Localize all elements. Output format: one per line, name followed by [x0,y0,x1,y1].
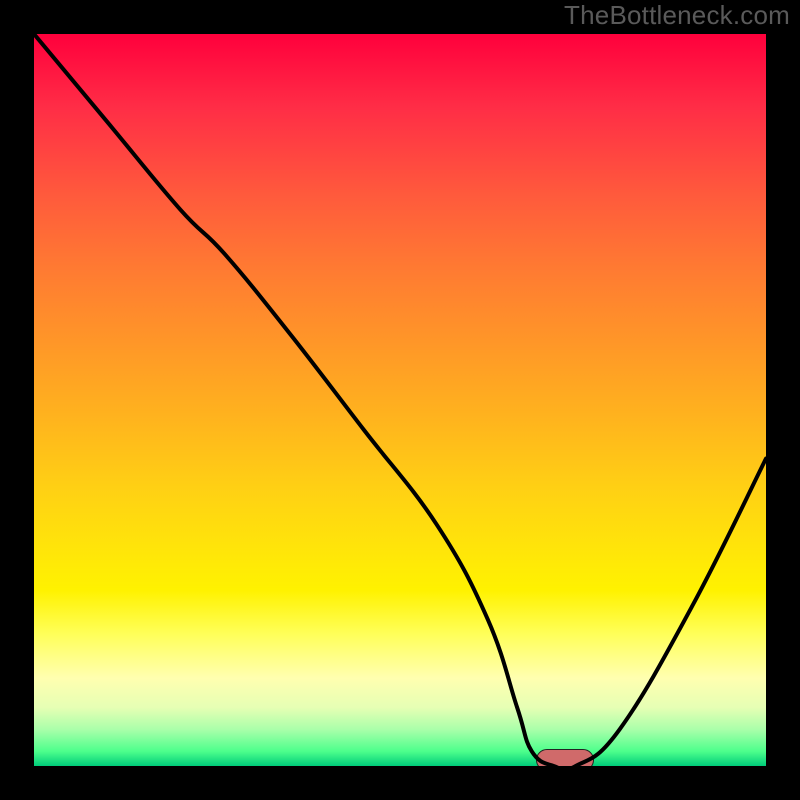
watermark-text: TheBottleneck.com [564,0,790,31]
plot-area [34,34,766,766]
gradient-background [34,34,766,766]
optimal-marker [536,749,594,766]
chart-canvas: TheBottleneck.com [0,0,800,800]
